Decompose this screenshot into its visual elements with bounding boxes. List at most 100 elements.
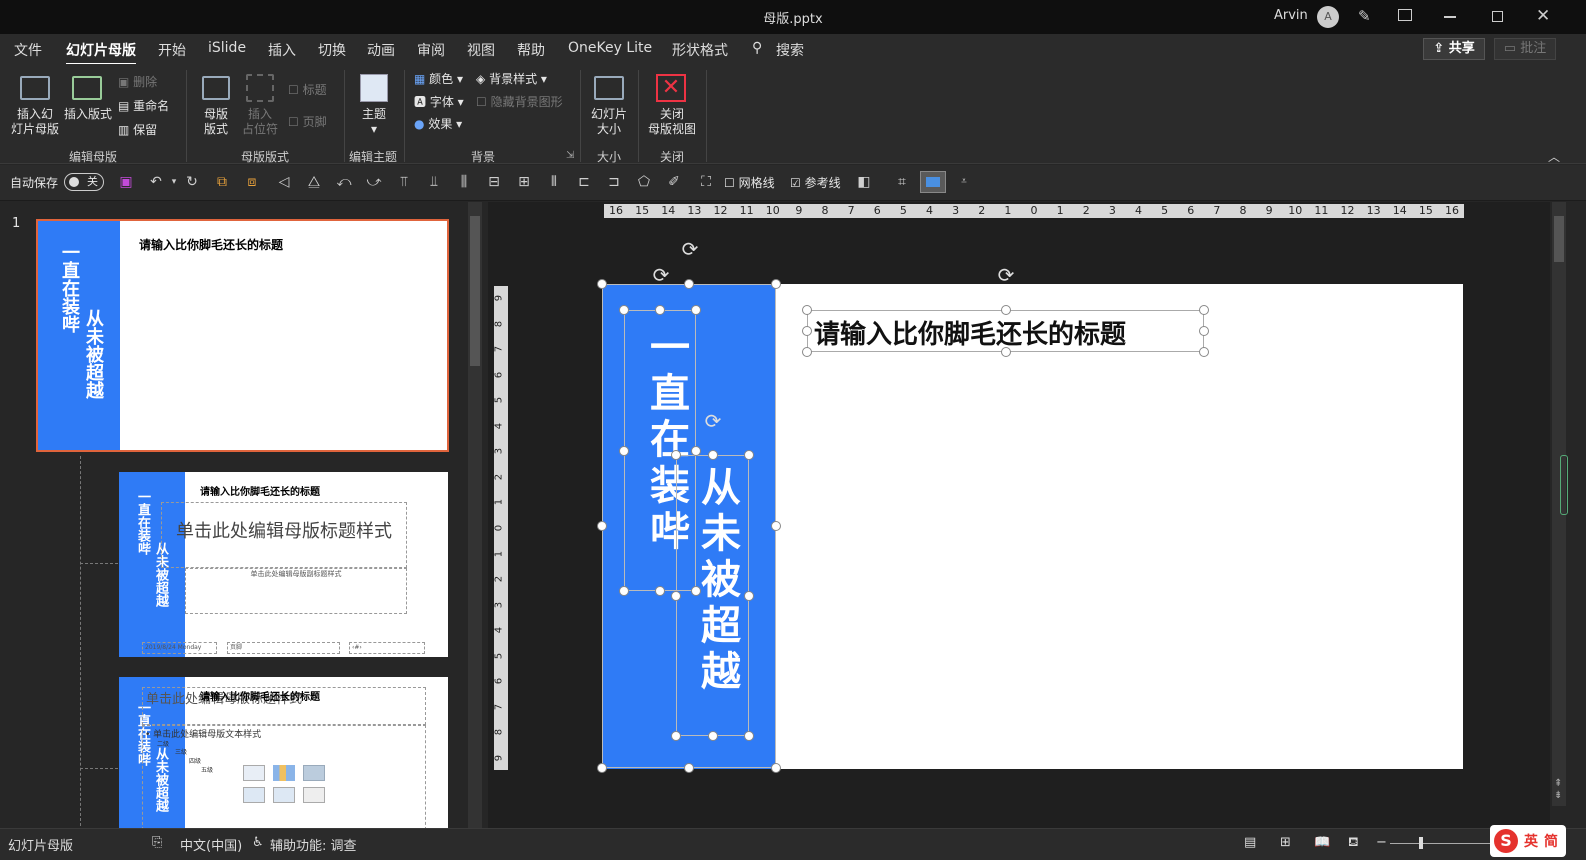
normal-view-button[interactable] xyxy=(920,171,946,193)
tab-animations[interactable]: 动画 xyxy=(367,40,395,60)
resize-handle[interactable] xyxy=(802,326,812,336)
resize-handle[interactable] xyxy=(619,305,629,315)
panel-scroll-thumb[interactable] xyxy=(470,216,480,366)
avatar[interactable]: A xyxy=(1317,6,1339,28)
align-left-edge-icon[interactable]: ⊏ xyxy=(576,174,592,190)
distribute-v-icon[interactable]: ⫴ xyxy=(546,174,562,190)
undo-icon[interactable]: ↶ xyxy=(148,174,164,190)
align-top-icon[interactable]: ⫪ xyxy=(396,174,412,190)
search-icon[interactable]: ⚲ xyxy=(752,40,762,56)
slide-size-button[interactable]: 幻灯片 大小 xyxy=(586,107,632,137)
normal-view-icon[interactable]: ▤ xyxy=(1244,835,1256,850)
resize-handle[interactable] xyxy=(691,445,701,456)
slideshow-icon[interactable]: ⛾ xyxy=(1348,835,1359,852)
dialog-launcher-icon[interactable]: ⇲ xyxy=(566,150,574,161)
resize-handle[interactable] xyxy=(597,763,607,773)
accessibility-icon[interactable]: ♿ xyxy=(252,835,264,850)
align-right-edge-icon[interactable]: ⊐ xyxy=(606,174,622,190)
ribbon-display-icon[interactable] xyxy=(1398,9,1412,21)
fonts-button[interactable]: 🅰 字体 ▾ xyxy=(414,95,464,110)
resize-handle[interactable] xyxy=(1199,326,1209,336)
resize-handle[interactable] xyxy=(597,279,607,289)
tab-file[interactable]: 文件 xyxy=(14,40,42,60)
customize-qat-icon[interactable]: ⩡ xyxy=(956,174,972,190)
effects-button[interactable]: ● 效果 ▾ xyxy=(414,117,462,132)
resize-handle[interactable] xyxy=(619,445,629,456)
tab-insert[interactable]: 插入 xyxy=(268,40,296,60)
comments-button[interactable]: ▭ 批注 xyxy=(1494,38,1556,60)
flip-icon[interactable]: ⧋ xyxy=(306,174,322,190)
share-button[interactable]: ⇪ 共享 xyxy=(1423,38,1485,60)
title-checkbox[interactable]: ☐ 标题 xyxy=(288,83,327,98)
crop-icon[interactable]: ⌗ xyxy=(894,174,910,190)
resize-handle[interactable] xyxy=(802,347,812,357)
close-icon[interactable]: ✕ xyxy=(1536,6,1550,26)
sorter-view-icon[interactable]: ⊞ xyxy=(1280,835,1291,850)
resize-handle[interactable] xyxy=(671,731,681,741)
rotate-handle-icon[interactable]: ⟳ xyxy=(702,410,724,432)
redo-icon[interactable]: ↻ xyxy=(184,174,200,190)
resize-handle[interactable] xyxy=(744,590,754,601)
zoom-slider[interactable] xyxy=(1390,843,1490,844)
tab-slide-master[interactable]: 幻灯片母版 xyxy=(66,40,136,66)
hide-bg-checkbox[interactable]: ☐ 隐藏背景图形 xyxy=(476,95,563,110)
restore-icon[interactable] xyxy=(1492,11,1503,22)
undo-dropdown-icon[interactable]: ▾ xyxy=(166,174,182,190)
tab-review[interactable]: 审阅 xyxy=(417,40,445,60)
prev-next-slide-icon[interactable]: ⇞ ⇟ xyxy=(1554,778,1562,802)
resize-handle[interactable] xyxy=(691,586,701,596)
distribute-h-icon[interactable]: ⫼ xyxy=(456,174,472,190)
ungroup-icon[interactable]: ⧈ xyxy=(244,174,260,190)
resize-handle[interactable] xyxy=(771,763,781,773)
tab-home[interactable]: 开始 xyxy=(158,40,186,60)
selection-pane-icon[interactable]: ⛶ xyxy=(698,174,714,190)
resize-handle[interactable] xyxy=(707,450,718,460)
colors-button[interactable]: ▦ 颜色 ▾ xyxy=(414,72,463,87)
tab-help[interactable]: 帮助 xyxy=(517,40,545,60)
group-icon[interactable]: ⧉ xyxy=(214,174,230,190)
tab-islide[interactable]: iSlide xyxy=(208,40,246,56)
resize-handle[interactable] xyxy=(655,586,665,596)
search-label[interactable]: 搜索 xyxy=(776,40,804,60)
status-language[interactable]: 中文(中国) xyxy=(180,835,242,854)
rotate-handle-icon[interactable]: ⟳ xyxy=(995,264,1017,286)
master-thumbnail[interactable]: 一直在装哔 从未被超越 请输入比你脚毛还长的标题 xyxy=(36,219,449,452)
resize-handle[interactable] xyxy=(771,279,781,289)
preserve-button[interactable]: ▥ 保留 xyxy=(118,123,157,138)
guides-checkbox[interactable]: ☑ 参考线 xyxy=(790,174,841,191)
tab-onekey[interactable]: OneKey Lite xyxy=(568,40,652,56)
rotate-handle-icon[interactable]: ⟳ xyxy=(650,264,672,286)
align-bottom-icon[interactable]: ⫫ xyxy=(426,174,442,190)
resize-handle[interactable] xyxy=(1199,347,1209,357)
resize-handle[interactable] xyxy=(744,731,754,741)
align-center-icon[interactable]: ⊞ xyxy=(516,174,532,190)
footer-checkbox[interactable]: ☐ 页脚 xyxy=(288,115,327,130)
ime-mode[interactable]: 英 xyxy=(1524,831,1538,851)
tab-transitions[interactable]: 切换 xyxy=(318,40,346,60)
format-painter-icon[interactable]: ✐ xyxy=(666,174,682,190)
resize-handle[interactable] xyxy=(671,590,681,601)
resize-handle[interactable] xyxy=(684,279,694,289)
resize-handle[interactable] xyxy=(655,305,665,315)
master-layout-button[interactable]: 母版 版式 xyxy=(196,107,236,137)
pen-icon[interactable]: ✎ xyxy=(1358,7,1371,25)
align-middle-icon[interactable]: ⊟ xyxy=(486,174,502,190)
insert-layout-button[interactable]: 插入版式 xyxy=(60,107,116,122)
panel-scrollbar[interactable] xyxy=(468,202,482,828)
shape-icon[interactable]: ⬠ xyxy=(636,174,652,190)
status-accessibility[interactable]: 辅助功能: 调查 xyxy=(270,835,357,854)
autosave-toggle[interactable]: 关 xyxy=(64,173,104,191)
ime-script[interactable]: 简 xyxy=(1544,831,1558,851)
bg-styles-button[interactable]: ◈ 背景样式 ▾ xyxy=(476,72,547,87)
layout-thumbnail-1[interactable]: 一直在装哔 从未被超越 请输入比你脚毛还长的标题 单击此处编辑母版标题样式 单击… xyxy=(119,472,448,657)
rotate-left-icon[interactable]: ⤺ xyxy=(336,174,352,190)
resize-handle[interactable] xyxy=(802,305,812,315)
collapse-ribbon-icon[interactable]: ︿ xyxy=(1548,148,1560,165)
resize-handle[interactable] xyxy=(771,521,781,531)
insert-master-button[interactable]: 插入幻 灯片母版 xyxy=(4,107,66,137)
compare-icon[interactable]: ◧ xyxy=(856,174,872,190)
resize-handle[interactable] xyxy=(1199,305,1209,315)
align-left-icon[interactable]: ◁ xyxy=(276,174,292,190)
resize-handle[interactable] xyxy=(707,731,718,741)
delete-button[interactable]: ▣ 删除 xyxy=(118,75,157,90)
